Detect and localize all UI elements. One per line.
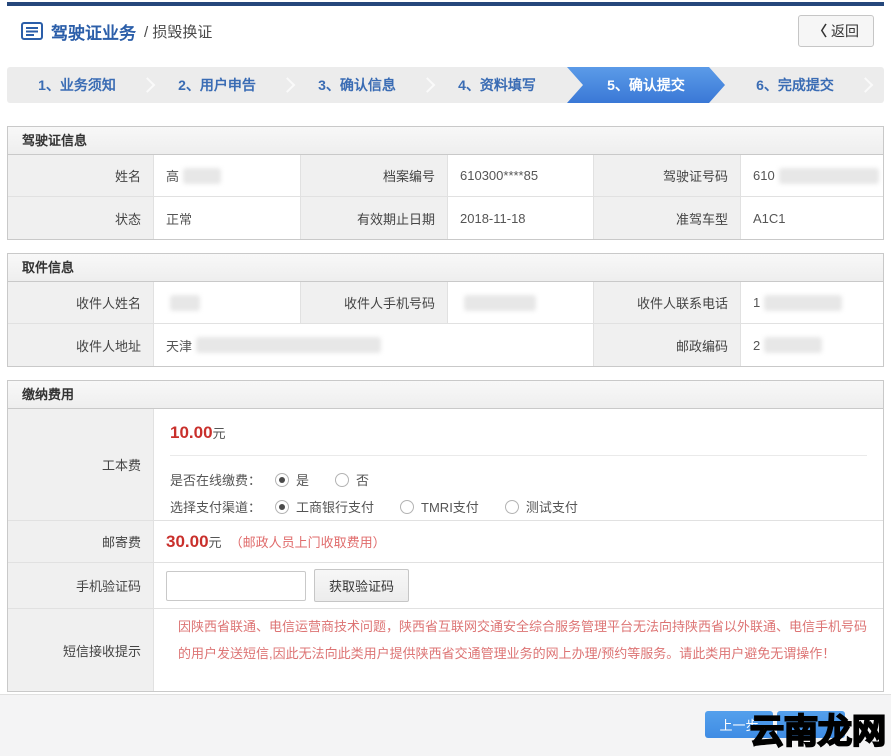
value-recipient-address: 天津 xyxy=(154,324,594,366)
label-expiry-date: 有效期止日期 xyxy=(301,197,448,239)
production-fee-amount: 10.00元 xyxy=(170,419,867,456)
back-label: 返回 xyxy=(831,23,859,39)
step-2-declaration[interactable]: 2、用户申告 xyxy=(147,67,296,103)
captcha-input[interactable] xyxy=(166,570,306,601)
redaction-blur xyxy=(764,337,823,353)
label-file-number: 档案编号 xyxy=(301,155,448,197)
breadcrumb: / 损毁换证 xyxy=(144,23,213,41)
radio-icbc-icon[interactable] xyxy=(275,499,290,514)
label-mail-fee: 邮寄费 xyxy=(8,521,154,563)
value-name: 高 xyxy=(154,155,301,197)
page-header: 驾驶证业务 / 损毁换证 〈 返回 xyxy=(7,6,884,56)
label-name: 姓名 xyxy=(8,155,154,197)
online-payment-question-row: 是否在线缴费： 是 否 xyxy=(170,466,867,493)
fees-section-title: 缴纳费用 xyxy=(8,381,883,409)
radio-tmri-icon[interactable] xyxy=(400,499,415,514)
value-recipient-phone: 1 xyxy=(741,282,883,324)
step-4-fill-data[interactable]: 4、资料填写 xyxy=(427,67,567,103)
online-payment-question: 是否在线缴费： xyxy=(170,473,262,488)
radio-option-tmri[interactable]: TMRI支付 xyxy=(400,497,479,516)
fees-section: 缴纳费用 工本费 10.00元 是否在线缴费： 是 否 选择支付渠道： 工商银行… xyxy=(7,380,884,692)
license-list-icon xyxy=(21,22,43,40)
pickup-section-title: 取件信息 xyxy=(8,254,883,282)
radio-option-no[interactable]: 否 xyxy=(335,470,369,489)
label-sms-notice: 短信接收提示 xyxy=(8,609,154,691)
label-production-fee: 工本费 xyxy=(8,409,154,521)
radio-option-icbc[interactable]: 工商银行支付 xyxy=(275,497,374,516)
redaction-blur xyxy=(170,294,200,311)
redaction-blur xyxy=(764,294,843,311)
mail-fee-note: （邮政人员上门收取费用） xyxy=(229,535,386,550)
redaction-blur xyxy=(464,294,536,311)
step-separator-icon xyxy=(857,77,874,93)
sms-notice-cell: 因陕西省联通、电信运营商技术问题，陕西省互联网交通安全综合服务管理平台无法向持陕… xyxy=(154,609,883,691)
step-5-confirm-submit-active[interactable]: 5、确认提交 xyxy=(567,67,725,103)
step-progress-bar: 1、业务须知 2、用户申告 3、确认信息 4、资料填写 5、确认提交 6、完成提… xyxy=(7,67,884,103)
radio-no-icon[interactable] xyxy=(335,472,350,487)
label-status: 状态 xyxy=(8,197,154,239)
label-postal-code: 邮政编码 xyxy=(594,324,741,366)
redaction-blur xyxy=(196,337,382,353)
value-recipient-name xyxy=(154,282,301,324)
radio-option-test[interactable]: 测试支付 xyxy=(504,497,578,516)
get-captcha-button[interactable]: 获取验证码 xyxy=(314,569,410,602)
value-license-number: 610 xyxy=(741,155,883,197)
license-section-title: 驾驶证信息 xyxy=(8,127,883,155)
page-title: 驾驶证业务 xyxy=(51,23,136,43)
pickup-info-section: 取件信息 收件人姓名 收件人手机号码 收件人联系电话 1 收件人地址 天津 邮政… xyxy=(7,253,884,367)
value-status: 正常 xyxy=(154,197,301,239)
step-3-confirm-info[interactable]: 3、确认信息 xyxy=(287,67,436,103)
radio-test-icon[interactable] xyxy=(504,499,519,514)
label-recipient-address: 收件人地址 xyxy=(8,324,154,366)
pickup-table: 收件人姓名 收件人手机号码 收件人联系电话 1 收件人地址 天津 邮政编码 2 xyxy=(8,282,883,366)
previous-step-button[interactable]: 上一步 xyxy=(705,711,773,738)
radio-yes-icon[interactable] xyxy=(275,472,290,487)
label-sms-captcha: 手机验证码 xyxy=(8,563,154,609)
license-table: 姓名 高 档案编号 610300****85 驾驶证号码 610 状态 正常 有… xyxy=(8,155,883,239)
mail-fee-cell: 30.00 元 （邮政人员上门收取费用） xyxy=(154,521,883,563)
redaction-blur xyxy=(778,167,879,184)
submit-button[interactable] xyxy=(777,711,845,738)
label-recipient-phone: 收件人联系电话 xyxy=(594,282,741,324)
radio-option-yes[interactable]: 是 xyxy=(275,470,309,489)
step-6-complete[interactable]: 6、完成提交 xyxy=(725,67,874,103)
payment-channel-question: 选择支付渠道： xyxy=(170,500,262,515)
step-1-notice[interactable]: 1、业务须知 xyxy=(7,67,156,103)
back-button[interactable]: 〈 返回 xyxy=(798,15,874,47)
sms-notice-text: 因陕西省联通、电信运营商技术问题，陕西省互联网交通安全综合服务管理平台无法向持陕… xyxy=(178,619,868,661)
sms-captcha-cell: 获取验证码 xyxy=(154,563,883,609)
value-file-number: 610300****85 xyxy=(448,155,594,197)
value-postal-code: 2 xyxy=(741,324,883,366)
production-fee-cell: 10.00元 是否在线缴费： 是 否 选择支付渠道： 工商银行支付 TMRI支付… xyxy=(154,409,883,521)
fees-table: 工本费 10.00元 是否在线缴费： 是 否 选择支付渠道： 工商银行支付 TM… xyxy=(8,409,883,691)
value-recipient-mobile xyxy=(448,282,594,324)
value-vehicle-class: A1C1 xyxy=(741,197,883,239)
label-vehicle-class: 准驾车型 xyxy=(594,197,741,239)
label-recipient-mobile: 收件人手机号码 xyxy=(301,282,448,324)
payment-channel-row: 选择支付渠道： 工商银行支付 TMRI支付 测试支付 xyxy=(170,493,867,520)
back-chevron-icon: 〈 xyxy=(813,23,827,39)
page: 驾驶证业务 / 损毁换证 〈 返回 1、业务须知 2、用户申告 3、确认信息 4… xyxy=(0,0,891,756)
label-license-number: 驾驶证号码 xyxy=(594,155,741,197)
label-recipient-name: 收件人姓名 xyxy=(8,282,154,324)
license-info-section: 驾驶证信息 姓名 高 档案编号 610300****85 驾驶证号码 610 状… xyxy=(7,126,884,240)
redaction-blur xyxy=(183,167,222,184)
value-expiry-date: 2018-11-18 xyxy=(448,197,594,239)
